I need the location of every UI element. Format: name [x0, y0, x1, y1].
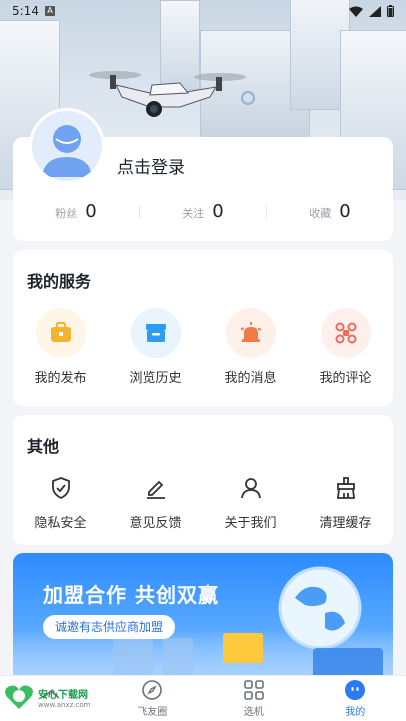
signal-icon [369, 5, 381, 17]
person-icon [236, 473, 266, 503]
service-label: 我的消息 [224, 371, 277, 386]
partnership-banner[interactable]: 加盟合作 共创双赢 诚邀有志供应商加盟 [13, 553, 393, 678]
alarm-light-icon [225, 308, 276, 358]
nav-label: 选机 [243, 707, 264, 718]
my-messages-button[interactable]: 我的消息 [203, 308, 298, 386]
tab-mine[interactable]: 我的 [305, 676, 406, 721]
others-card: 其他 隐私安全 意见反馈 关于我们 清理缓存 [13, 415, 393, 545]
banner-title: 加盟合作 共创双赢 [43, 583, 219, 607]
archive-box-icon [130, 308, 181, 358]
privacy-security-button[interactable]: 隐私安全 [13, 473, 108, 531]
services-title: 我的服务 [27, 272, 92, 291]
watermark-text: 安心下载网 [38, 689, 88, 701]
about-us-button[interactable]: 关于我们 [203, 473, 298, 531]
sim-badge: A [44, 6, 55, 16]
other-label: 意见反馈 [129, 516, 182, 531]
drone-illustration [89, 71, 246, 117]
others-title: 其他 [27, 437, 60, 456]
browse-history-button[interactable]: 浏览历史 [108, 308, 203, 386]
wifi-icon [349, 6, 363, 17]
pencil-icon [141, 473, 171, 503]
my-comments-button[interactable]: 我的评论 [298, 308, 393, 386]
avatar[interactable] [29, 108, 105, 184]
stat-label: 收藏 [309, 207, 332, 220]
podium-shape [313, 648, 383, 678]
clear-cache-button[interactable]: 清理缓存 [298, 473, 393, 531]
my-posts-button[interactable]: 我的发布 [13, 308, 108, 386]
service-label: 浏览历史 [129, 371, 182, 386]
battery-icon [387, 5, 394, 17]
stat-fans[interactable]: 粉丝 0 [13, 201, 139, 222]
tab-flyer-circle[interactable]: 飞友圈 [102, 676, 204, 721]
other-label: 清理缓存 [319, 516, 372, 531]
feedback-button[interactable]: 意见反馈 [108, 473, 203, 531]
status-time: 5:14 [12, 4, 39, 18]
status-bar: 5:14 A [0, 0, 406, 22]
stat-value: 0 [85, 201, 97, 222]
profile-face-icon [345, 680, 366, 700]
services-card: 我的服务 我的发布 浏览历史 我的消息 我的评论 [13, 250, 393, 406]
stat-label: 粉丝 [55, 207, 78, 220]
service-label: 我的发布 [34, 371, 87, 386]
cleaning-icon [331, 473, 361, 503]
other-label: 关于我们 [224, 516, 277, 531]
stat-value: 0 [212, 201, 224, 222]
watermark-url: www.anxz.com [38, 700, 91, 709]
stat-following[interactable]: 关注 0 [140, 201, 266, 222]
shield-check-icon [46, 473, 76, 503]
stat-favorites[interactable]: 收藏 0 [267, 201, 393, 222]
default-avatar-icon [42, 125, 92, 177]
compass-icon [142, 680, 163, 700]
globe-illustration [278, 566, 362, 650]
drone-icon [320, 308, 371, 358]
service-label: 我的评论 [319, 371, 372, 386]
watermark-logo: 安心下载网 www.anxz.com [4, 683, 90, 711]
drone-small-icon [241, 91, 255, 105]
gift-box-icon [223, 633, 263, 663]
stat-value: 0 [339, 201, 351, 222]
briefcase-icon [35, 308, 86, 358]
login-button[interactable]: 点击登录 [117, 153, 185, 178]
profile-card: 点击登录 粉丝 0 关注 0 收藏 0 [13, 108, 393, 241]
heart-logo-icon [5, 685, 33, 709]
nav-label: 我的 [345, 707, 366, 718]
grid-icon [243, 680, 264, 700]
nav-label: 飞友圈 [137, 707, 168, 718]
banner-join-button[interactable]: 诚邀有志供应商加盟 [43, 615, 176, 639]
other-label: 隐私安全 [34, 516, 87, 531]
stat-label: 关注 [182, 207, 205, 220]
tab-select-machine[interactable]: 选机 [203, 676, 305, 721]
profile-stats: 粉丝 0 关注 0 收藏 0 [13, 201, 393, 222]
